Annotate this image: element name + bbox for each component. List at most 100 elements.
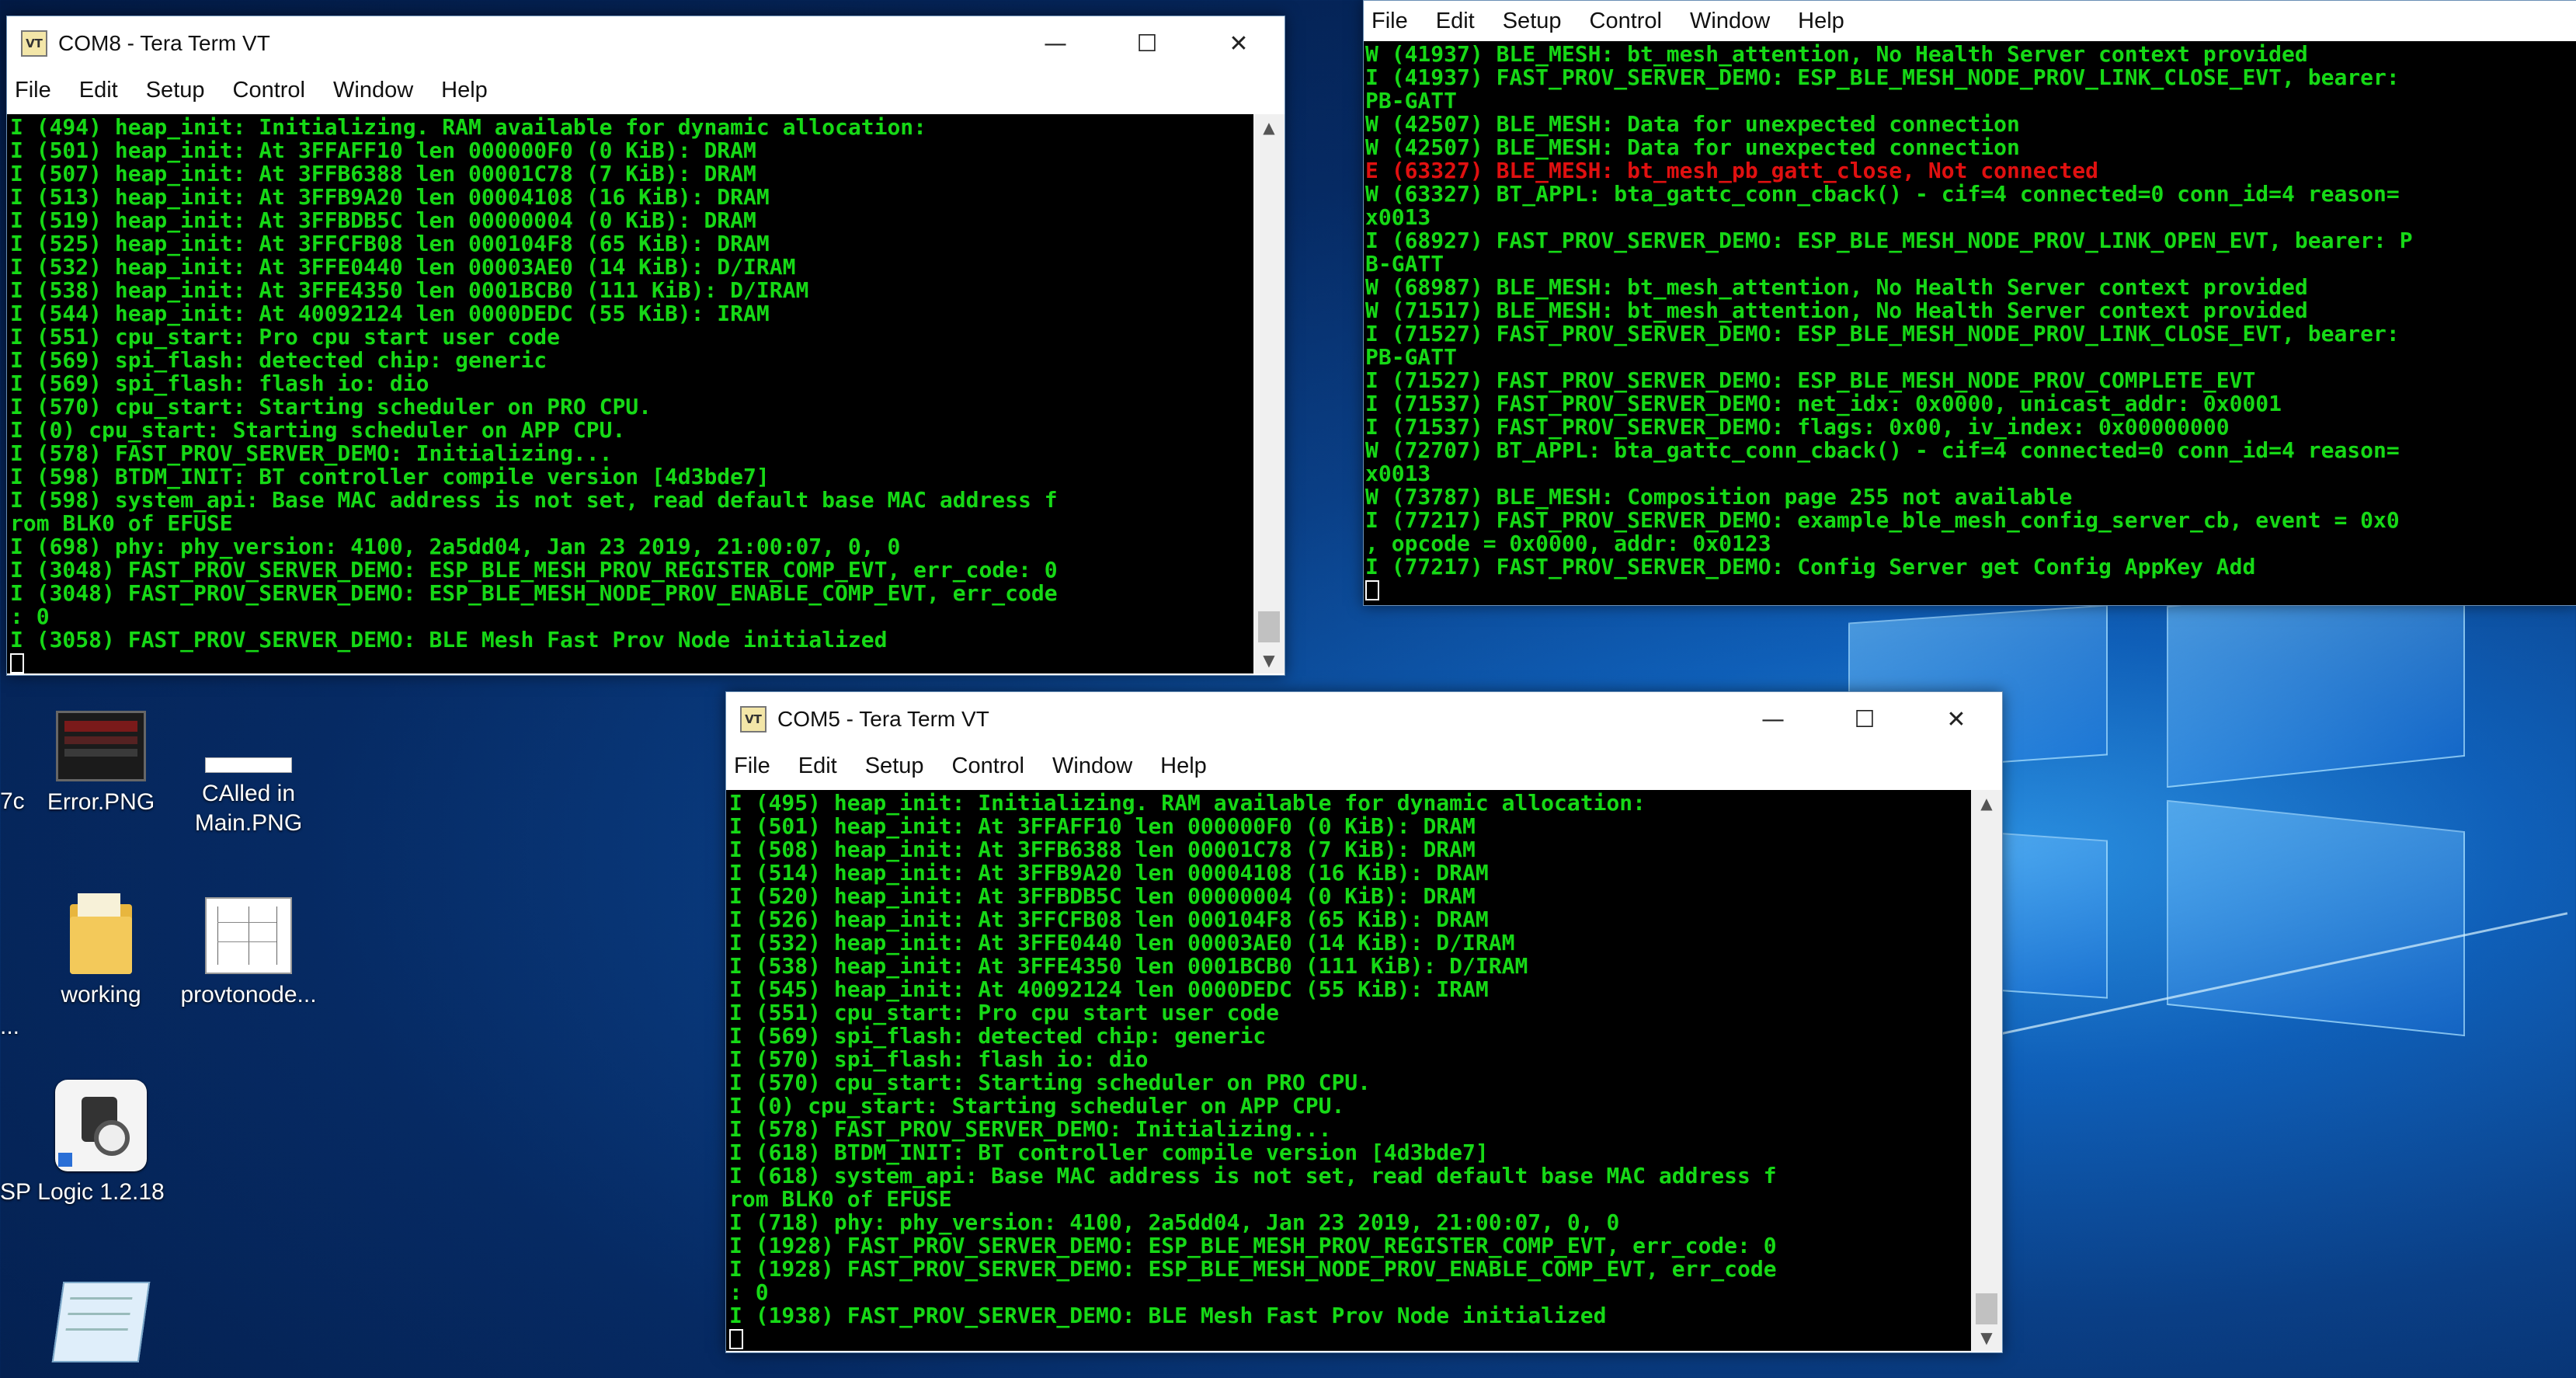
terminal-line: I (570) cpu_start: Starting scheduler on… <box>729 1070 1371 1095</box>
terminal-line: I (71537) FAST_PROV_SERVER_DEMO: net_idx… <box>1365 391 2282 416</box>
terminal-line: I (551) cpu_start: Pro cpu start user co… <box>729 1000 1280 1025</box>
terminal-line: W (73787) BLE_MESH: Composition page 255… <box>1365 484 2073 510</box>
menu-setup[interactable]: Setup <box>865 753 924 779</box>
terminal-line: W (41937) BLE_MESH: bt_mesh_attention, N… <box>1365 41 2308 67</box>
scroll-down-arrow-icon[interactable]: ▼ <box>1971 1324 2002 1351</box>
minimize-button[interactable]: — <box>1727 692 1819 746</box>
scroll-thumb[interactable] <box>1258 611 1280 642</box>
desktop-icon-provtonode[interactable]: provtonode... <box>163 897 334 1010</box>
close-button[interactable]: ✕ <box>1193 16 1285 71</box>
menu-edit[interactable]: Edit <box>798 753 837 779</box>
terminal-line: I (68927) FAST_PROV_SERVER_DEMO: ESP_BLE… <box>1365 228 2413 253</box>
com5-titlebar[interactable]: VT COM5 - Tera Term VT — ☐ ✕ <box>726 692 2002 746</box>
terminal-line: I (1938) FAST_PROV_SERVER_DEMO: BLE Mesh… <box>729 1303 1607 1328</box>
terminal-line: W (71517) BLE_MESH: bt_mesh_attention, N… <box>1365 298 2308 323</box>
desktop-icon-logic[interactable]: Logic 1.2.18 <box>16 1080 186 1207</box>
terminal-line: , opcode = 0x0000, addr: 0x0123 <box>1365 531 1771 556</box>
terminal-line: I (494) heap_init: Initializing. RAM ava… <box>10 114 927 140</box>
scroll-thumb[interactable] <box>1976 1293 1997 1324</box>
terminal-line: PB-GATT <box>1365 88 1458 113</box>
menu-control[interactable]: Control <box>952 753 1025 779</box>
terminal-line: I (507) heap_init: At 3FFB6388 len 00001… <box>10 161 756 186</box>
terminal-line: I (538) heap_init: At 3FFE4350 len 0001B… <box>10 277 809 303</box>
terminal-line: I (495) heap_init: Initializing. RAM ava… <box>729 790 1646 816</box>
terminal-cursor <box>10 653 24 673</box>
com5-window[interactable]: VT COM5 - Tera Term VT — ☐ ✕ File Edit S… <box>725 691 2003 1353</box>
terminal-line: I (71537) FAST_PROV_SERVER_DEMO: flags: … <box>1365 414 2230 440</box>
icon-label: Error.PNG <box>47 789 155 815</box>
terminal-line: I (570) cpu_start: Starting scheduler on… <box>10 394 652 419</box>
terminal-line: I (618) system_api: Base MAC address is … <box>729 1163 1777 1188</box>
icon-label: working <box>61 982 141 1007</box>
terminal-line: I (598) system_api: Base MAC address is … <box>10 487 1058 513</box>
menu-setup[interactable]: Setup <box>1503 9 1562 34</box>
com5-terminal-output[interactable]: I (495) heap_init: Initializing. RAM ava… <box>726 790 1971 1351</box>
error-png-file-icon <box>56 711 146 781</box>
teraterm-icon: VT <box>21 30 47 57</box>
maximize-button[interactable]: ☐ <box>1101 16 1193 71</box>
terminal-line: I (598) BTDM_INIT: BT controller compile… <box>10 464 770 489</box>
terminal-line: I (538) heap_init: At 3FFE4350 len 0001B… <box>729 953 1528 979</box>
terminal-line: I (618) BTDM_INIT: BT controller compile… <box>729 1140 1489 1165</box>
terminal-line: I (578) FAST_PROV_SERVER_DEMO: Initializ… <box>10 440 613 466</box>
desktop-icon-error-png[interactable]: Error.PNG <box>16 711 186 817</box>
menu-window[interactable]: Window <box>1690 9 1770 34</box>
terminal-line: I (501) heap_init: At 3FFAFF10 len 00000… <box>729 813 1476 839</box>
terminal-line: I (1928) FAST_PROV_SERVER_DEMO: ESP_BLE_… <box>729 1233 1777 1258</box>
terminal-line: I (526) heap_init: At 3FFCFB08 len 00010… <box>729 906 1489 932</box>
terminal-line: rom BLK0 of EFUSE <box>729 1186 952 1212</box>
desktop-icon-called-in-main-png[interactable]: CAlled in Main.PNG <box>163 757 334 838</box>
scroll-up-arrow-icon[interactable]: ▲ <box>1253 114 1285 141</box>
minimize-button[interactable]: — <box>1010 16 1101 71</box>
menu-file[interactable]: File <box>734 753 770 779</box>
maximize-button[interactable]: ☐ <box>1819 692 1910 746</box>
menu-help[interactable]: Help <box>441 78 488 103</box>
terminal-line: W (72707) BT_APPL: bta_gattc_conn_cback(… <box>1365 437 2400 463</box>
desktop-icon-notepad[interactable] <box>16 1282 186 1369</box>
terminal-line: I (0) cpu_start: Starting scheduler on A… <box>729 1093 1345 1119</box>
terminal-cursor <box>1365 580 1379 600</box>
com8-terminal-output[interactable]: I (494) heap_init: Initializing. RAM ava… <box>7 114 1253 673</box>
menu-help[interactable]: Help <box>1798 9 1844 34</box>
terminal-line: I (519) heap_init: At 3FFBDB5C len 00000… <box>10 207 756 233</box>
window-title: COM8 - Tera Term VT <box>58 31 270 55</box>
terminal-cursor <box>729 1329 743 1349</box>
terminal-line: I (501) heap_init: At 3FFAFF10 len 00000… <box>10 137 756 163</box>
terminal-line: I (71527) FAST_PROV_SERVER_DEMO: ESP_BLE… <box>1365 367 2256 393</box>
menu-file[interactable]: File <box>1371 9 1408 34</box>
terminal-line: I (569) spi_flash: detected chip: generi… <box>10 347 548 373</box>
menu-edit[interactable]: Edit <box>79 78 118 103</box>
com8-titlebar[interactable]: VT COM8 - Tera Term VT — ☐ ✕ <box>7 16 1285 71</box>
scroll-up-arrow-icon[interactable]: ▲ <box>1971 790 2002 816</box>
icon-label-line2: Main.PNG <box>194 810 303 836</box>
menu-setup[interactable]: Setup <box>146 78 205 103</box>
terminal-line: W (63327) BT_APPL: bta_gattc_conn_cback(… <box>1365 181 2400 207</box>
terminal-line: I (77217) FAST_PROV_SERVER_DEMO: example… <box>1365 507 2400 533</box>
menu-control[interactable]: Control <box>233 78 306 103</box>
teraterm-icon: VT <box>740 706 767 732</box>
menu-window[interactable]: Window <box>1052 753 1132 779</box>
terminal-line: I (525) heap_init: At 3FFCFB08 len 00010… <box>10 231 770 256</box>
terminal-line: W (68987) BLE_MESH: bt_mesh_attention, N… <box>1365 274 2308 300</box>
com8-window[interactable]: VT COM8 - Tera Term VT — ☐ ✕ File Edit S… <box>6 16 1285 676</box>
menu-help[interactable]: Help <box>1160 753 1207 779</box>
terminal-line: I (532) heap_init: At 3FFE0440 len 00003… <box>10 254 796 280</box>
menu-file[interactable]: File <box>15 78 51 103</box>
com8-scrollbar[interactable]: ▲ ▼ <box>1253 114 1285 673</box>
terminal-line: I (71527) FAST_PROV_SERVER_DEMO: ESP_BLE… <box>1365 321 2400 346</box>
icon-label: provtonode... <box>180 982 317 1007</box>
terminal-line: I (1928) FAST_PROV_SERVER_DEMO: ESP_BLE_… <box>729 1256 1777 1282</box>
menu-edit[interactable]: Edit <box>1436 9 1475 34</box>
scroll-down-arrow-icon[interactable]: ▼ <box>1253 647 1285 673</box>
menu-window[interactable]: Window <box>333 78 413 103</box>
menu-control[interactable]: Control <box>1590 9 1663 34</box>
terminal-line: I (698) phy: phy_version: 4100, 2a5dd04,… <box>10 534 901 559</box>
com5-scrollbar[interactable]: ▲ ▼ <box>1971 790 2002 1351</box>
terminal-line: I (569) spi_flash: flash io: dio <box>10 371 429 396</box>
window-title: COM5 - Tera Term VT <box>777 707 989 731</box>
right-terminal-output[interactable]: W (41937) BLE_MESH: bt_mesh_attention, N… <box>1364 41 2576 605</box>
right-menubar: File Edit Setup Control Window Help <box>1364 1 2576 41</box>
desktop-icon-working-folder[interactable]: working <box>16 893 186 1010</box>
right-teraterm-window[interactable]: File Edit Setup Control Window Help W (4… <box>1363 0 2576 606</box>
close-button[interactable]: ✕ <box>1910 692 2002 746</box>
